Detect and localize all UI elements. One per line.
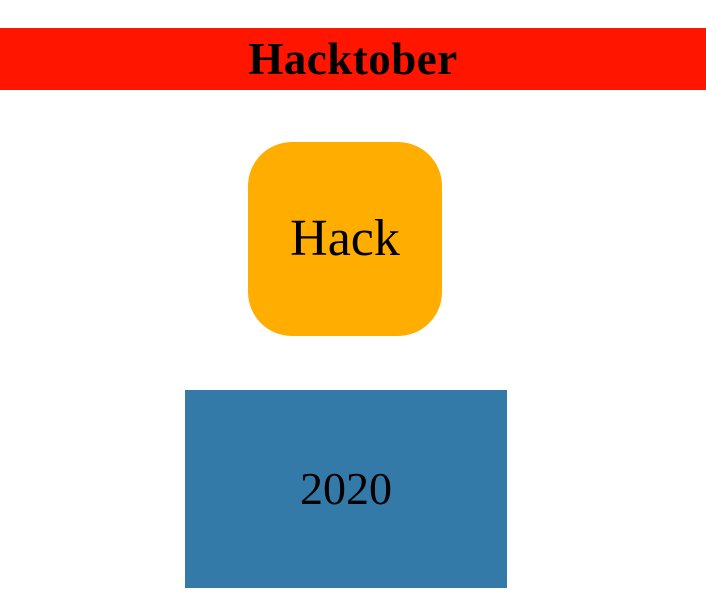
year-box: 2020 <box>185 390 507 588</box>
year-label: 2020 <box>300 463 392 514</box>
header-bar: Hacktober <box>0 28 706 90</box>
hack-label: Hack <box>290 210 400 267</box>
page-title: Hacktober <box>248 33 458 84</box>
hack-box: Hack <box>248 142 442 336</box>
